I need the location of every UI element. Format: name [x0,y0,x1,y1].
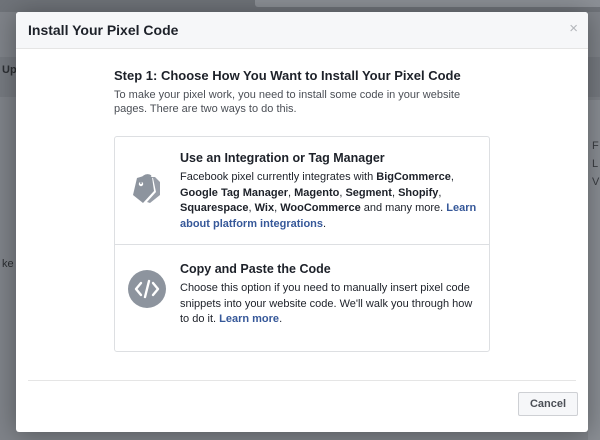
background-label: ke [2,258,14,270]
option-text: Facebook pixel currently integrates with [180,171,377,183]
install-options: Use an Integration or Tag Manager Facebo… [114,136,490,352]
learn-more-link[interactable]: Learn more [219,313,279,325]
option-title: Copy and Paste the Code [180,262,331,276]
dialog-title: Install Your Pixel Code [28,22,179,38]
close-icon[interactable]: × [569,21,578,37]
platform-name: Magento [294,186,340,199]
background-label: V [592,176,600,188]
footer-divider [28,380,576,381]
platform-name: WooCommerce [280,202,361,214]
code-icon [128,270,166,308]
separator: , [450,171,454,183]
cancel-button[interactable]: Cancel [518,392,578,416]
option-description: Choose this option if you need to manual… [180,281,480,328]
step-description: To make your pixel work, you need to ins… [114,89,461,115]
platform-name: Shopify [398,186,439,199]
platform-name: Google Tag Manager [180,186,288,199]
platform-name: Wix [254,202,275,214]
install-pixel-dialog: Install Your Pixel Code × Step 1: Choose… [16,12,588,432]
background-search-bar [255,0,600,7]
option-description: Facebook pixel currently integrates with… [180,170,480,232]
option-integration-tag-manager[interactable]: Use an Integration or Tag Manager Facebo… [115,137,489,245]
tags-icon [133,174,160,203]
option-title: Use an Integration or Tag Manager [180,151,385,165]
background-top-bar [0,0,600,12]
separator: , [438,186,442,199]
background-label: L [592,158,599,170]
step-title: Step 1: Choose How You Want to Install Y… [114,68,461,83]
option-copy-paste-code[interactable]: Copy and Paste the Code Choose this opti… [115,245,489,351]
option-text: . [323,217,327,230]
option-text: . [279,313,283,325]
platform-name: Squarespace [180,202,249,214]
background-label: Up [2,64,17,76]
platform-name: Segment [345,186,392,199]
option-text: and many more. [360,202,447,214]
dialog-header: Install Your Pixel Code × [16,12,588,49]
platform-name: BigCommerce [376,171,451,183]
background-label: F [592,140,599,152]
